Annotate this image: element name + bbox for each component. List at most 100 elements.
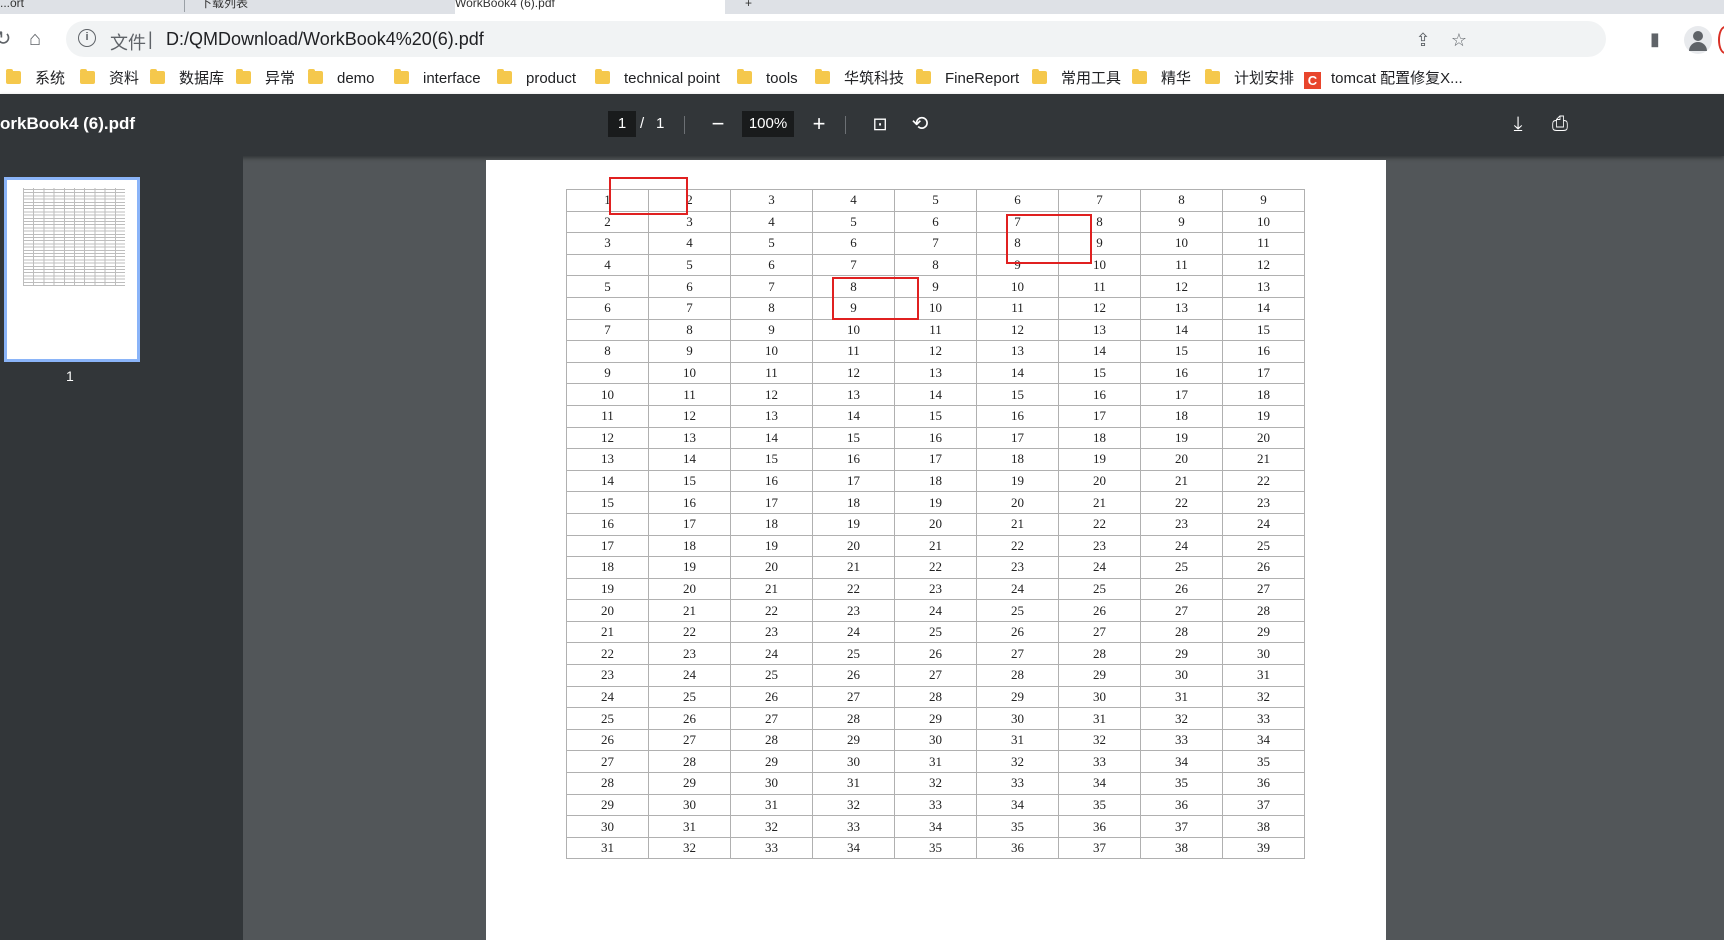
bookmark-link[interactable]: Ctomcat 配置修复X...	[1304, 69, 1463, 89]
table-cell: 12	[648, 404, 731, 428]
table-row: 5 6 7 8 9 10 11 12 13	[566, 275, 1305, 298]
tab-label: +	[745, 0, 753, 10]
table-cell: 33	[894, 793, 977, 817]
table-cell: 21	[648, 599, 731, 622]
table-row: 30 31 32 33 34 35 36 37 38	[566, 815, 1305, 838]
profile-icon[interactable]	[1684, 26, 1712, 54]
bookmark-folder[interactable]: 异常	[236, 69, 295, 89]
address-separator: |	[148, 29, 153, 49]
toolbar-divider	[845, 116, 846, 134]
table-cell: 31	[648, 815, 731, 838]
table-cell: 26	[894, 642, 977, 666]
share-icon[interactable]: ⇪	[1412, 29, 1434, 51]
table-cell: 32	[648, 836, 731, 860]
table-cell: 35	[1222, 750, 1305, 774]
tab-active-pdf[interactable]: WorkBook4 (6).pdf	[455, 0, 725, 14]
pdf-toolbar: orkBook4 (6).pdf 1 / 1 − 100% + ⊡ ⟲ ⤓ ⎙	[0, 94, 1724, 156]
table-row: 7 8 9 10 11 12 13 14 15	[566, 318, 1305, 342]
bookmark-folder[interactable]: 计划安排	[1205, 69, 1294, 89]
table-cell: 18	[1058, 426, 1141, 450]
rotate-icon[interactable]: ⟲	[908, 112, 932, 136]
table-cell: 16	[812, 448, 895, 471]
table-cell: 28	[894, 685, 977, 709]
table-cell: 34	[976, 793, 1059, 817]
table-row: 19 20 21 22 23 24 25 26 27	[566, 577, 1305, 601]
table-cell: 7	[730, 275, 813, 298]
fit-page-icon[interactable]: ⊡	[868, 112, 892, 136]
bookmark-folder[interactable]: 系统	[6, 69, 65, 89]
table-row: 22 23 24 25 26 27 28 29 30	[566, 642, 1305, 666]
table-cell: 6	[566, 296, 649, 320]
address-url[interactable]: D:/QMDownload/WorkBook4%20(6).pdf	[166, 29, 484, 50]
info-icon[interactable]: i	[78, 29, 96, 47]
folder-icon	[595, 69, 610, 84]
bookmark-folder[interactable]: 数据库	[150, 69, 224, 89]
table-cell: 21	[730, 577, 813, 601]
bookmark-folder[interactable]: demo	[308, 69, 375, 89]
table-cell: 16	[976, 404, 1059, 428]
star-icon[interactable]: ☆	[1448, 29, 1470, 51]
bookmark-folder[interactable]: 资料	[80, 69, 139, 89]
reload-icon[interactable]: ↻	[0, 28, 14, 50]
table-cell: 21	[1140, 469, 1223, 493]
tab-1[interactable]: ...ort	[0, 0, 180, 14]
home-icon[interactable]: ⌂	[24, 28, 46, 50]
download-icon[interactable]: ⤓	[1506, 112, 1530, 136]
table-cell: 33	[812, 815, 895, 838]
bookmark-folder[interactable]: 常用工具	[1032, 69, 1121, 89]
table-cell: 21	[976, 512, 1059, 536]
side-panel-icon[interactable]: ▮	[1644, 28, 1666, 50]
bookmark-folder[interactable]: product	[497, 69, 576, 89]
table-cell: 27	[730, 707, 813, 730]
table-row: 27 28 29 30 31 32 33 34 35	[566, 750, 1305, 774]
print-icon[interactable]: ⎙	[1548, 112, 1572, 136]
zoom-input[interactable]: 100%	[742, 111, 794, 137]
table-cell: 19	[648, 556, 731, 579]
bookmark-label: FineReport	[945, 70, 1020, 87]
address-bar[interactable]: i 文件 | D:/QMDownload/WorkBook4%20(6).pdf…	[66, 21, 1606, 57]
browser-toolbar: ↻ ⌂ i 文件 | D:/QMDownload/WorkBook4%20(6)…	[0, 14, 1724, 64]
table-cell: 15	[812, 426, 895, 450]
table-cell: 29	[812, 728, 895, 752]
tab-2[interactable]: 下载列表	[200, 0, 450, 14]
table-cell: 7	[648, 296, 731, 320]
table-cell: 11	[812, 340, 895, 363]
table-cell: 25	[1222, 534, 1305, 558]
new-tab-button[interactable]: +	[745, 0, 775, 14]
bookmarks-bar: 系统 资料 数据库 异常 demo interface product tech…	[0, 64, 1724, 95]
table-cell: 13	[1058, 318, 1141, 342]
table-cell: 35	[1058, 793, 1141, 817]
bookmark-folder[interactable]: tools	[737, 69, 798, 89]
table-cell: 15	[648, 469, 731, 493]
bookmark-folder[interactable]: technical point	[595, 69, 720, 89]
bookmark-label: 华筑科技	[844, 70, 905, 87]
table-cell: 14	[730, 426, 813, 450]
table-cell: 15	[1140, 340, 1223, 363]
table-cell: 17	[730, 491, 813, 514]
table-cell: 29	[1222, 620, 1305, 644]
bookmark-folder[interactable]: FineReport	[916, 69, 1019, 89]
zoom-in-icon[interactable]: +	[807, 112, 831, 136]
table-cell: 18	[648, 534, 731, 558]
table-row: 17 18 19 20 21 22 23 24 25	[566, 534, 1305, 558]
table-row: 31 32 33 34 35 36 37 38 39	[566, 836, 1305, 860]
page-thumbnail[interactable]	[4, 177, 140, 362]
table-cell: 36	[1222, 772, 1305, 795]
thumbnail-label: 1	[66, 368, 74, 384]
table-cell: 37	[1222, 793, 1305, 817]
table-cell: 29	[894, 707, 977, 730]
page-number-input[interactable]: 1	[608, 111, 636, 137]
bookmark-folder[interactable]: 精华	[1132, 69, 1191, 89]
thumbnail-sidebar: 1	[0, 156, 243, 940]
tab-label: WorkBook4 (6).pdf	[455, 0, 555, 10]
table-cell: 7	[894, 232, 977, 255]
table-cell: 24	[894, 599, 977, 622]
folder-icon	[236, 69, 251, 84]
bookmark-folder[interactable]: 华筑科技	[815, 69, 904, 89]
table-cell: 10	[976, 275, 1059, 298]
table-cell: 5	[730, 232, 813, 255]
table-cell: 16	[730, 469, 813, 493]
extension-icon[interactable]	[1718, 26, 1724, 54]
bookmark-folder[interactable]: interface	[394, 69, 481, 89]
zoom-out-icon[interactable]: −	[706, 112, 730, 136]
